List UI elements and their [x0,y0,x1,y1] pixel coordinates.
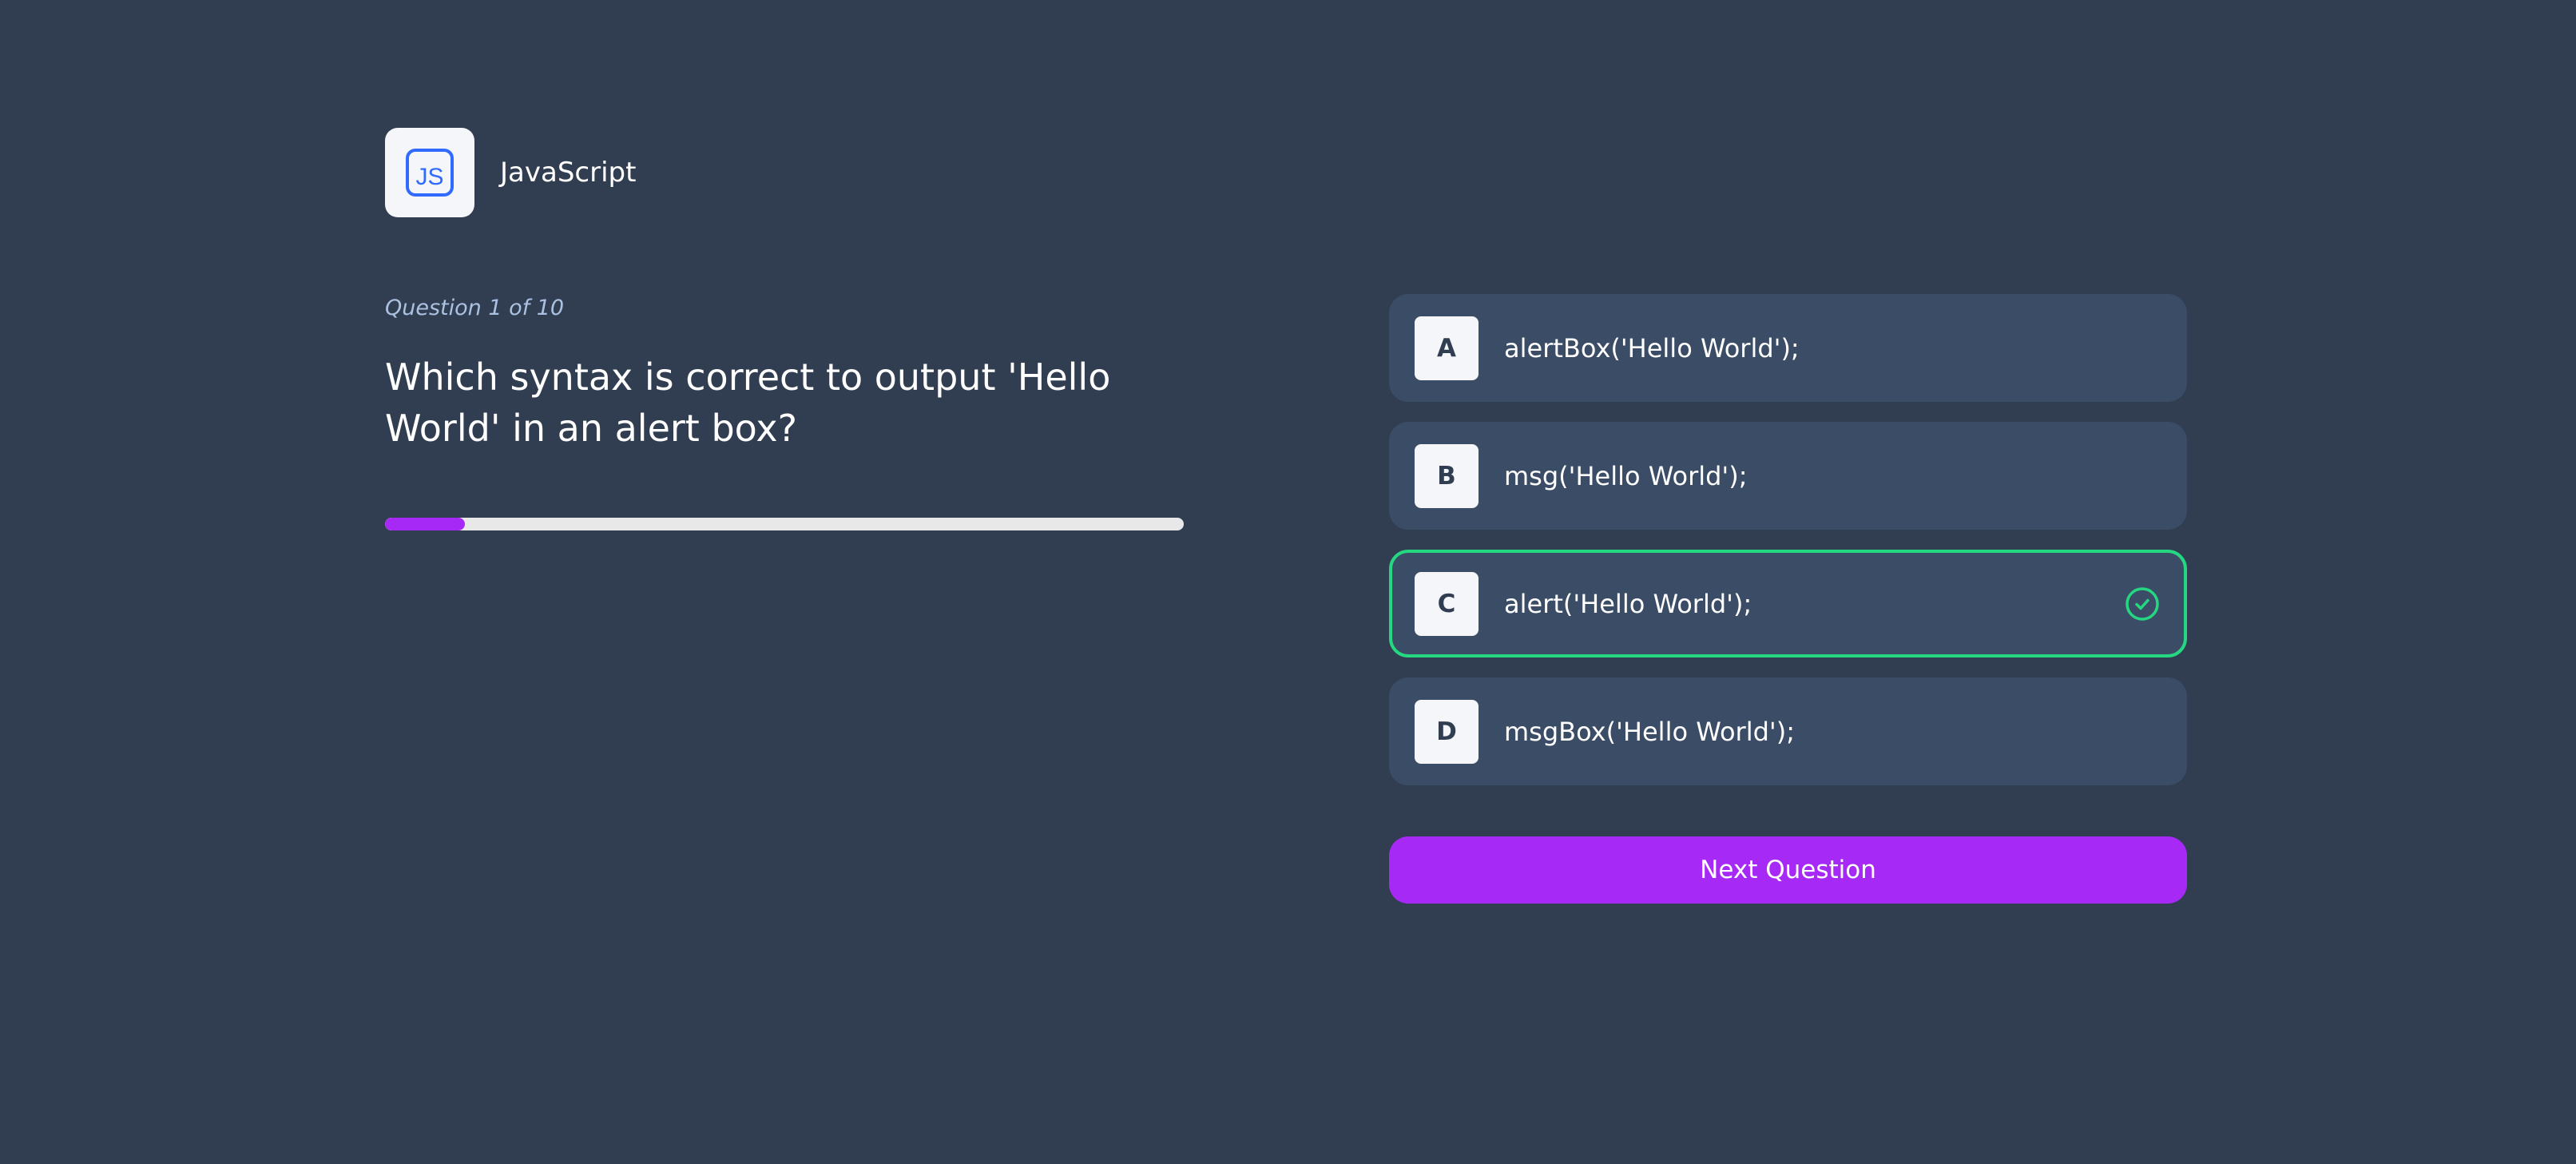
quiz-header: JS JavaScript [385,128,636,217]
option-text: msg('Hello World'); [1504,460,1748,491]
option-text: msgBox('Hello World'); [1504,716,1795,747]
question-text: Which syntax is correct to output 'Hello… [385,356,1111,450]
option-a[interactable]: A alertBox('Hello World'); [1389,294,2187,402]
answer-options: A alertBox('Hello World'); B msg('Hello … [1389,294,2187,805]
option-c[interactable]: C alert('Hello World'); [1389,550,2187,657]
progress-fill [385,518,465,530]
js-icon: JS [385,128,474,217]
option-letter: D [1415,699,1479,764]
option-letter: B [1415,443,1479,508]
option-letter: C [1415,571,1479,636]
option-text: alert('Hello World'); [1504,588,1752,619]
question-counter: Question 1 of 10 [385,296,565,320]
option-b[interactable]: B msg('Hello World'); [1389,422,2187,530]
option-letter: A [1415,316,1479,380]
subject-title: JavaScript [500,157,637,189]
progress-bar [385,518,1184,530]
svg-text:JS: JS [415,164,443,190]
next-question-button[interactable]: Next Question [1389,836,2187,904]
check-circle-icon [2125,586,2159,621]
option-d[interactable]: D msgBox('Hello World'); [1389,677,2187,785]
option-text: alertBox('Hello World'); [1504,332,1800,364]
